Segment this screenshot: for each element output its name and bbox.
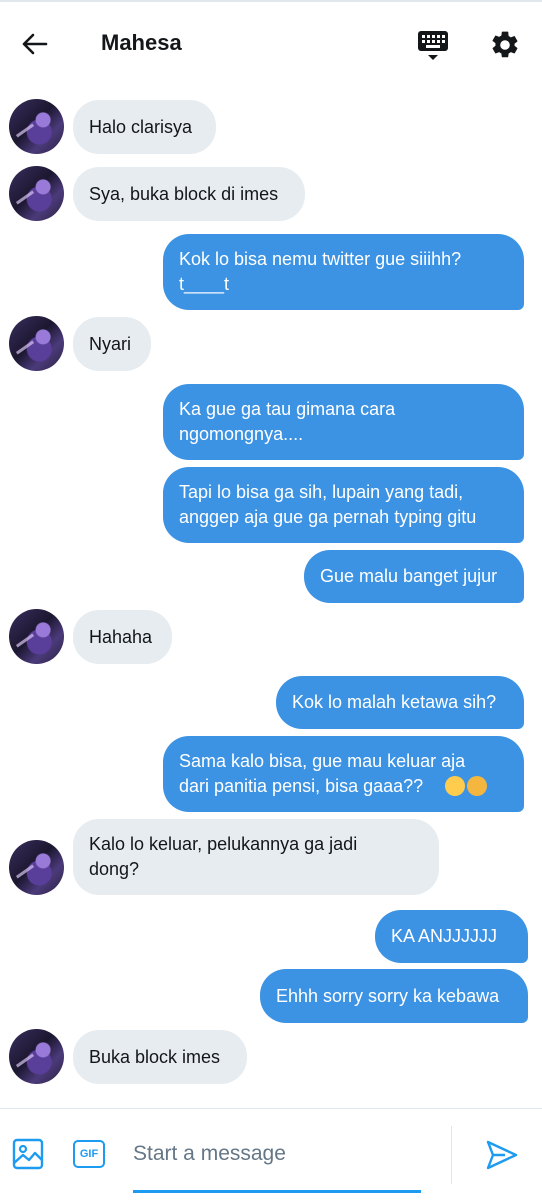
message-bubble[interactable]: Halo clarisya <box>73 100 216 154</box>
message-bubble[interactable]: Gue malu banget jujur <box>304 550 524 603</box>
keyboard-button[interactable] <box>410 24 456 66</box>
message-text: Sama kalo bisa, gue mau keluar aja dari … <box>179 751 466 796</box>
message-bubble[interactable]: Kok lo malah ketawa sih? <box>276 676 524 729</box>
avatar[interactable] <box>9 609 64 664</box>
send-button[interactable] <box>480 1134 524 1176</box>
conversation-header: Mahesa <box>0 2 542 84</box>
message-bubble[interactable]: Ka gue ga tau gimana cara ngomongnya.... <box>163 384 524 460</box>
keyboard-icon <box>418 31 448 60</box>
gif-label: GIF <box>79 1148 99 1160</box>
emoji-group <box>443 775 487 800</box>
message-input[interactable] <box>133 1134 433 1174</box>
gear-icon <box>492 31 518 58</box>
gif-icon: GIF <box>73 1140 105 1168</box>
avatar[interactable] <box>9 316 64 371</box>
crying-face-emoji <box>467 776 487 797</box>
composer-separator <box>451 1126 452 1184</box>
back-button[interactable] <box>14 26 54 62</box>
add-gif-button[interactable]: GIF <box>70 1136 108 1172</box>
message-bubble[interactable]: Nyari <box>73 317 151 371</box>
message-bubble[interactable]: Sama kalo bisa, gue mau keluar aja dari … <box>163 736 524 812</box>
avatar[interactable] <box>9 1029 64 1084</box>
send-icon <box>486 1140 518 1170</box>
input-focus-underline <box>133 1190 421 1193</box>
avatar[interactable] <box>9 99 64 154</box>
message-bubble[interactable]: Tapi lo bisa ga sih, lupain yang tadi, a… <box>163 467 524 543</box>
message-bubble[interactable]: Ehhh sorry sorry ka kebawa <box>260 969 528 1023</box>
composer-divider <box>0 1108 542 1109</box>
conversation-title[interactable]: Mahesa <box>101 30 182 56</box>
message-bubble[interactable]: Sya, buka block di imes <box>73 167 305 221</box>
back-arrow-icon <box>22 33 48 55</box>
message-bubble[interactable]: Buka block imes <box>73 1030 247 1084</box>
settings-button[interactable] <box>484 24 526 66</box>
message-bubble[interactable]: KA ANJJJJJJ <box>375 910 528 963</box>
image-icon <box>12 1138 44 1170</box>
message-bubble[interactable]: Kalo lo keluar, pelukannya ga jadi dong? <box>73 819 439 895</box>
avatar[interactable] <box>9 166 64 221</box>
avatar[interactable] <box>9 840 64 895</box>
message-bubble[interactable]: Hahaha <box>73 610 172 664</box>
add-image-button[interactable] <box>8 1134 48 1174</box>
message-bubble[interactable]: Kok lo bisa nemu twitter gue siiihh? t__… <box>163 234 524 310</box>
weary-face-emoji <box>445 776 465 797</box>
